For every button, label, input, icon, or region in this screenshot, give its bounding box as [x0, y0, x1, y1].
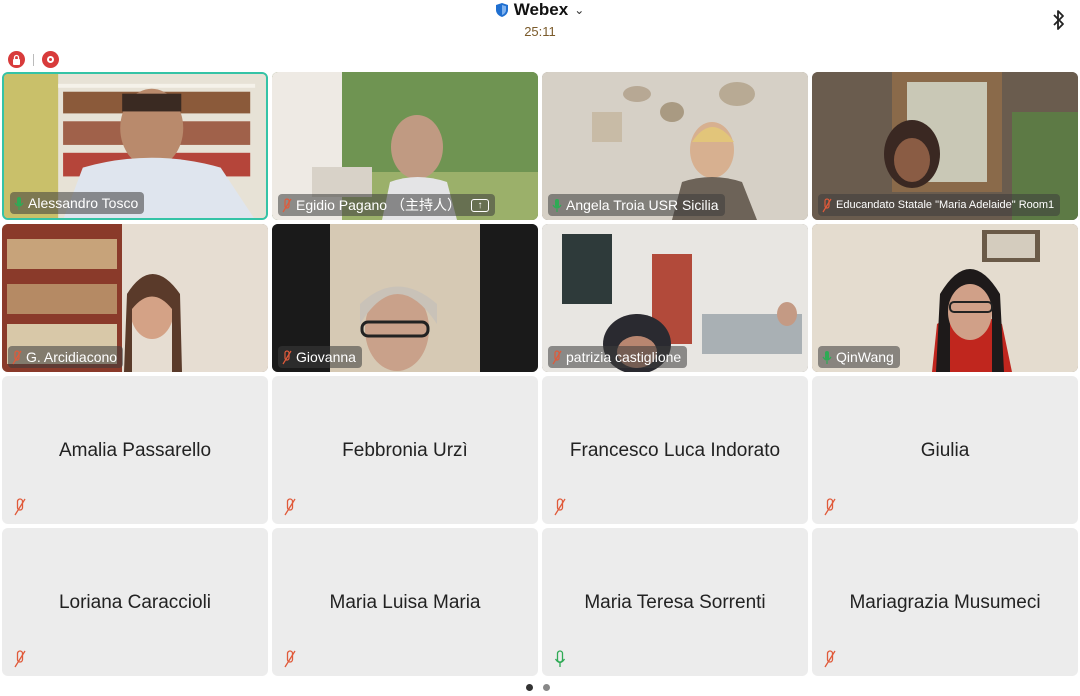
audio-tile[interactable]: Amalia Passarello [2, 376, 268, 524]
participant-name: Maria Luisa Maria [329, 592, 481, 613]
video-tile-alessandro[interactable]: Alessandro Tosco [2, 72, 268, 220]
microphone-icon [552, 198, 562, 212]
audio-tile[interactable]: Maria Luisa Maria [272, 528, 538, 676]
divider [33, 53, 34, 66]
microphone-muted-icon [282, 197, 292, 212]
microphone-muted-icon [14, 498, 26, 516]
participant-name: QinWang [836, 349, 894, 365]
top-bar: Webex ⌄ 25:11 [0, 0, 1080, 44]
participant-name: Giulia [920, 440, 970, 461]
audio-tile[interactable]: Giulia [812, 376, 1078, 524]
participant-name: Egidio Pagano （主持人） [296, 197, 461, 213]
participant-name-label: Educandato Statale "Maria Adelaide" Room… [818, 194, 1061, 216]
participant-name: Loriana Caraccioli [58, 592, 212, 613]
participant-grid: Alessandro Tosco Egidio Pagano （主持人） ↑ A… [2, 72, 1078, 676]
participant-name: Giovanna [296, 349, 356, 365]
audio-tile[interactable]: Maria Teresa Sorrenti [542, 528, 808, 676]
participant-name: Maria Teresa Sorrenti [584, 592, 766, 613]
audio-tile[interactable]: Mariagrazia Musumeci [812, 528, 1078, 676]
video-tile-giovanna[interactable]: Giovanna [272, 224, 538, 372]
video-tile-patrizia[interactable]: patrizia castiglione [542, 224, 808, 372]
chevron-down-icon: ⌄ [574, 3, 585, 17]
page-dot-1[interactable] [526, 684, 533, 691]
bluetooth-icon[interactable] [1052, 9, 1066, 31]
microphone-muted-icon [554, 498, 566, 516]
participant-name-label: G. Arcidiacono [8, 346, 124, 368]
lock-icon [13, 54, 20, 65]
participant-name-label: Alessandro Tosco [10, 192, 145, 214]
microphone-muted-icon [14, 650, 26, 668]
microphone-icon [822, 350, 832, 364]
meeting-title-menu[interactable]: Webex ⌄ [495, 0, 585, 20]
participant-name: Educandato Statale "Maria Adelaide" Room… [836, 199, 1055, 211]
recording-indicator[interactable] [42, 51, 59, 68]
microphone-icon [14, 196, 24, 210]
participant-name: G. Arcidiacono [26, 349, 118, 365]
app-title: Webex [513, 0, 569, 19]
participant-name: Febbronia Urzì [342, 440, 468, 461]
microphone-muted-icon [282, 349, 292, 364]
microphone-icon [554, 650, 566, 667]
video-tile-educandato[interactable]: Educandato Statale "Maria Adelaide" Room… [812, 72, 1078, 220]
meeting-timer: 25:11 [524, 24, 556, 39]
video-tile-angela[interactable]: Angela Troia USR Sicilia [542, 72, 808, 220]
shield-icon [495, 3, 508, 17]
record-icon [47, 56, 54, 63]
video-tile-egidio[interactable]: Egidio Pagano （主持人） ↑ [272, 72, 538, 220]
microphone-muted-icon [822, 197, 832, 212]
video-tile-arcidiacono[interactable]: G. Arcidiacono [2, 224, 268, 372]
page-indicator[interactable] [526, 684, 550, 691]
video-tile-qinwang[interactable]: QinWang [812, 224, 1078, 372]
participant-name-label: Angela Troia USR Sicilia [548, 194, 725, 216]
participant-name: Francesco Luca Indorato [569, 440, 781, 461]
microphone-muted-icon [284, 498, 296, 516]
microphone-muted-icon [824, 650, 836, 668]
microphone-muted-icon [824, 498, 836, 516]
meeting-status-indicators [8, 51, 59, 68]
participant-name: patrizia castiglione [566, 349, 682, 365]
microphone-muted-icon [284, 650, 296, 668]
audio-tile[interactable]: Francesco Luca Indorato [542, 376, 808, 524]
participant-name: Mariagrazia Musumeci [849, 592, 1041, 613]
participant-name-label: Egidio Pagano （主持人） ↑ [278, 194, 495, 216]
participant-name: Amalia Passarello [58, 440, 212, 461]
participant-name: Angela Troia USR Sicilia [566, 197, 719, 213]
audio-tile[interactable]: Loriana Caraccioli [2, 528, 268, 676]
participant-name-label: Giovanna [278, 346, 362, 368]
participant-name-label: QinWang [818, 346, 900, 368]
participant-name-label: patrizia castiglione [548, 346, 688, 368]
share-icon: ↑ [470, 198, 489, 212]
participant-name: Alessandro Tosco [28, 195, 139, 211]
microphone-muted-icon [552, 349, 562, 364]
page-dot-2[interactable] [543, 684, 550, 691]
secure-badge[interactable] [8, 51, 25, 68]
microphone-muted-icon [12, 349, 22, 364]
audio-tile[interactable]: Febbronia Urzì [272, 376, 538, 524]
